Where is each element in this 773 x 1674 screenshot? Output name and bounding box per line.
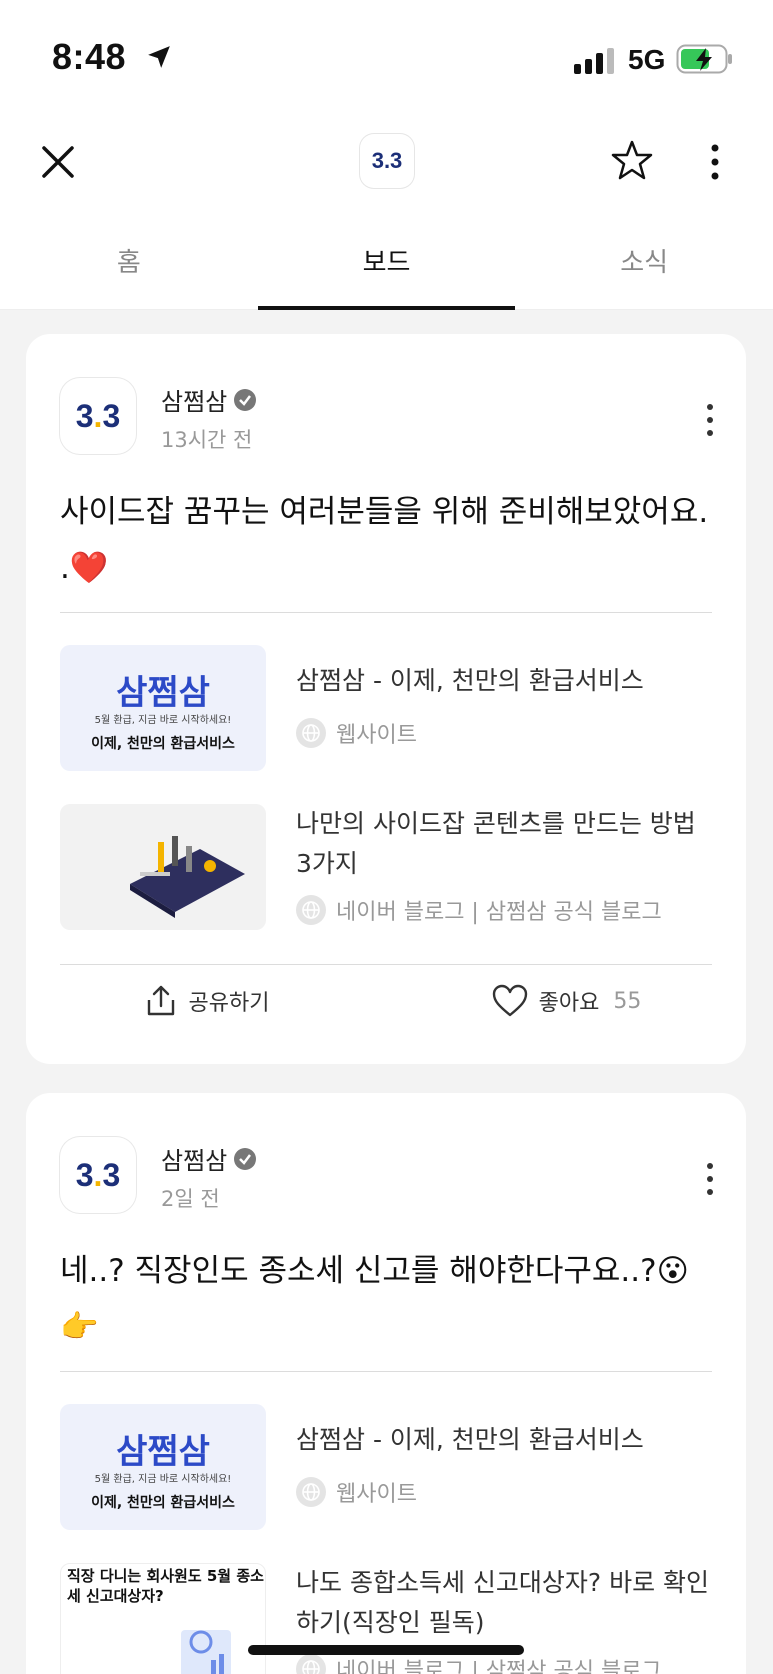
link-thumbnail: 삼쩜삼 5월 환급, 지금 바로 시작하세요! 이제, 천만의 환급서비스 — [60, 645, 266, 771]
link-thumbnail: 직장 다니는 회사원도 5월 종소세 신고대상자? — [60, 1563, 266, 1674]
globe-icon — [296, 1654, 326, 1674]
link-preview[interactable]: 삼쩜삼 5월 환급, 지금 바로 시작하세요! 이제, 천만의 환급서비스 삼쩜… — [60, 645, 714, 773]
thumb-headline: 직장 다니는 회사원도 5월 종소세 신고대상자? — [67, 1567, 264, 1605]
status-time: 8:48 — [52, 36, 127, 77]
share-label: 공유하기 — [188, 991, 270, 1016]
post-time: 13시간 전 — [161, 428, 253, 452]
status-bar: 8:48 5G — [0, 0, 773, 110]
post-author[interactable]: 삼쩜삼 — [161, 1141, 257, 1176]
tab-board[interactable]: 보드 — [257, 230, 516, 310]
thumb-tagline: 이제, 천만의 환급서비스 — [91, 1495, 235, 1511]
post-card: 3.3 삼쩜삼 13시간 전 사이드잡 꿈꾸는 여러분들을 위해 준비해보았어요… — [26, 334, 746, 1064]
top-nav: 3.3 홈 보드 소식 — [0, 110, 773, 310]
post-text-line: 네..? 직장인도 종소세 신고를 해야한다구요..?😮 — [60, 1253, 689, 1289]
verified-icon — [234, 1147, 257, 1170]
document-illustration — [181, 1630, 231, 1674]
thumb-headline: 삼쩜삼 — [116, 1433, 210, 1471]
logo-text: 3.3 — [371, 148, 403, 173]
verified-icon — [234, 388, 257, 411]
link-source: 네이버 블로그 | 삼쩜삼 공식 블로그 — [296, 894, 662, 926]
tab-home[interactable]: 홈 — [0, 230, 258, 309]
share-icon — [147, 985, 174, 1016]
post-text-line: .❤️ — [60, 550, 109, 586]
post-card: 3.3 삼쩜삼 2일 전 네..? 직장인도 종소세 신고를 해야한다구요..?… — [26, 1093, 746, 1674]
link-preview[interactable]: 직장 다니는 회사원도 5월 종소세 신고대상자? 나도 종합소득세 신고대상자… — [60, 1563, 714, 1674]
thumb-subtext: 5월 환급, 지금 바로 시작하세요! — [94, 1474, 232, 1485]
tab-news[interactable]: 소식 — [515, 230, 773, 309]
link-source: 웹사이트 — [296, 717, 417, 749]
link-source: 웹사이트 — [296, 1476, 417, 1508]
close-icon[interactable] — [36, 140, 80, 184]
post-actions: 공유하기 좋아요 55 — [26, 966, 746, 1036]
link-source-label: 네이버 블로그 | 삼쩜삼 공식 블로그 — [336, 1659, 662, 1674]
link-source: 네이버 블로그 | 삼쩜삼 공식 블로그 — [296, 1653, 662, 1674]
link-title: 나도 종합소득세 신고대상자? 바로 확인하기(직장인 필독) — [296, 1568, 710, 1637]
home-indicator[interactable] — [248, 1645, 524, 1655]
link-title: 삼쩜삼 - 이제, 천만의 환급서비스 — [296, 666, 644, 695]
link-preview[interactable]: 나만의 사이드잡 콘텐츠를 만드는 방법 3가지 네이버 블로그 | 삼쩜삼 공… — [60, 804, 714, 932]
link-source-label: 네이버 블로그 | 삼쩜삼 공식 블로그 — [336, 900, 662, 925]
thumb-headline: 삼쩜삼 — [116, 674, 210, 712]
link-preview[interactable]: 삼쩜삼 5월 환급, 지금 바로 시작하세요! 이제, 천만의 환급서비스 삼쩜… — [60, 1404, 714, 1532]
post-text-line: 👉 — [60, 1309, 99, 1345]
battery-charging-icon — [676, 44, 732, 74]
thumb-tagline: 이제, 천만의 환급서비스 — [91, 736, 235, 752]
like-label: 좋아요 — [538, 991, 600, 1016]
author-name: 삼쩜삼 — [161, 388, 228, 416]
divider — [60, 612, 712, 613]
link-thumbnail: 삼쩜삼 5월 환급, 지금 바로 시작하세요! 이제, 천만의 환급서비스 — [60, 1404, 266, 1530]
isometric-illustration — [130, 836, 245, 918]
link-title: 나만의 사이드잡 콘텐츠를 만드는 방법 3가지 — [296, 809, 696, 878]
network-type: 5G — [628, 44, 666, 75]
globe-icon — [296, 718, 326, 748]
channel-logo[interactable]: 3.3 — [360, 134, 414, 188]
thumb-subtext: 5월 환급, 지금 바로 시작하세요! — [94, 715, 232, 726]
heart-icon — [492, 984, 527, 1017]
link-title: 삼쩜삼 - 이제, 천만의 환급서비스 — [296, 1425, 644, 1454]
link-source-label: 웹사이트 — [336, 1482, 417, 1507]
post-more-icon[interactable] — [700, 1161, 720, 1197]
avatar[interactable]: 3.3 — [60, 1137, 136, 1213]
divider — [60, 1371, 712, 1372]
like-button[interactable]: 좋아요 55 — [386, 966, 746, 1036]
globe-icon — [296, 895, 326, 925]
author-name: 삼쩜삼 — [161, 1147, 228, 1175]
tab-bar: 홈 보드 소식 — [0, 230, 773, 310]
link-source-label: 웹사이트 — [336, 723, 417, 748]
post-author[interactable]: 삼쩜삼 — [161, 382, 257, 417]
share-button[interactable]: 공유하기 — [26, 966, 386, 1036]
post-text: 네..? 직장인도 종소세 신고를 해야한다구요..?😮 👉 — [60, 1243, 730, 1355]
star-icon[interactable] — [610, 138, 654, 182]
avatar[interactable]: 3.3 — [60, 378, 136, 454]
location-icon — [148, 46, 170, 68]
post-more-icon[interactable] — [700, 402, 720, 438]
signal-icon — [574, 48, 614, 74]
like-count: 55 — [613, 988, 642, 1014]
globe-icon — [296, 1477, 326, 1507]
link-thumbnail — [60, 804, 266, 930]
post-text-line: 사이드잡 꿈꾸는 여러분들을 위해 준비해보았어요. — [60, 494, 709, 530]
more-vertical-icon[interactable] — [700, 142, 730, 182]
post-time: 2일 전 — [161, 1187, 220, 1211]
divider — [60, 964, 712, 965]
post-text: 사이드잡 꿈꾸는 여러분들을 위해 준비해보았어요. .❤️ — [60, 484, 730, 596]
